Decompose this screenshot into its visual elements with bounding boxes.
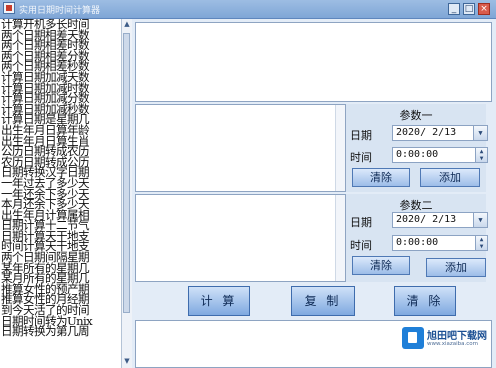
param1-date-picker[interactable]: 2020/ 2/13 ▼	[392, 125, 488, 141]
copy-button[interactable]: 复 制	[291, 286, 355, 316]
scroll-up-icon[interactable]: ▲	[122, 19, 132, 30]
spin-up-icon[interactable]: ▲	[476, 148, 487, 155]
function-list[interactable]: 计算开机多长时间 两个日期相差天数 两个日期相差时数 两个日期相差分数 两个日期相差秒数…	[0, 19, 122, 368]
param1-title: 参数一	[399, 109, 433, 122]
param1-time-label: 时间	[350, 151, 372, 164]
spin-down-icon[interactable]: ▼	[476, 155, 487, 162]
param1-date-value: 2020/ 2/13	[396, 127, 457, 138]
param1-textarea-scrollbar[interactable]	[335, 105, 345, 191]
param2-time-value: 0:00:00	[396, 237, 439, 248]
spin-icon[interactable]: ▲ ▼	[475, 236, 487, 250]
param2-title: 参数二	[399, 199, 433, 212]
param2-time-picker[interactable]: 0:00:00 ▲ ▼	[392, 235, 488, 251]
scroll-thumb[interactable]	[123, 33, 130, 313]
minimize-button[interactable]: _	[448, 3, 460, 15]
clear-all-button[interactable]: 清 除	[394, 286, 456, 316]
function-list-item[interactable]: 日期转换为第几周	[0, 326, 121, 337]
param1-add-button[interactable]: 添加	[420, 168, 480, 187]
site-watermark: 旭田吧下载网 www.xiazaiba.com	[402, 324, 494, 354]
spin-down-icon[interactable]: ▼	[476, 243, 487, 250]
close-button[interactable]: ×	[478, 3, 490, 15]
compute-button[interactable]: 计 算	[188, 286, 250, 316]
scroll-down-icon[interactable]: ▼	[122, 356, 132, 367]
maximize-button[interactable]: □	[463, 3, 475, 15]
function-list-scrollbar[interactable]: ▲ ▼	[121, 19, 132, 368]
param1-date-label: 日期	[350, 129, 372, 142]
download-site-logo-icon	[402, 327, 424, 349]
title-bar[interactable]: 实用日期时间计算器 _ □ ×	[0, 0, 496, 19]
spin-icon[interactable]: ▲ ▼	[475, 148, 487, 162]
param1-time-value: 0:00:00	[396, 149, 439, 160]
chevron-down-icon[interactable]: ▼	[473, 213, 487, 227]
param2-date-value: 2020/ 2/13	[396, 214, 457, 225]
param2-clear-button[interactable]: 清除	[352, 256, 410, 275]
watermark-url: www.xiazaiba.com	[427, 341, 479, 347]
param2-group: 参数二 日期 2020/ 2/13 ▼ 时间 0:00:00 ▲ ▼ 清除 添加	[346, 194, 488, 282]
window-title: 实用日期时间计算器	[19, 6, 101, 16]
param2-add-button[interactable]: 添加	[426, 258, 486, 277]
param2-date-picker[interactable]: 2020/ 2/13 ▼	[392, 212, 488, 228]
watermark-name: 旭田吧下载网	[427, 331, 487, 342]
param1-textarea[interactable]	[135, 104, 346, 192]
param1-time-picker[interactable]: 0:00:00 ▲ ▼	[392, 147, 488, 163]
result-display-top[interactable]	[135, 22, 492, 102]
param2-time-label: 时间	[350, 239, 372, 252]
param2-textarea[interactable]	[135, 194, 346, 282]
param1-group: 参数一 日期 2020/ 2/13 ▼ 时间 0:00:00 ▲ ▼ 清除 添加	[346, 104, 488, 192]
param2-textarea-scrollbar[interactable]	[335, 195, 345, 281]
spin-up-icon[interactable]: ▲	[476, 236, 487, 243]
chevron-down-icon[interactable]: ▼	[473, 126, 487, 140]
param2-date-label: 日期	[350, 216, 372, 229]
param1-clear-button[interactable]: 清除	[352, 168, 410, 187]
app-icon	[3, 2, 15, 14]
